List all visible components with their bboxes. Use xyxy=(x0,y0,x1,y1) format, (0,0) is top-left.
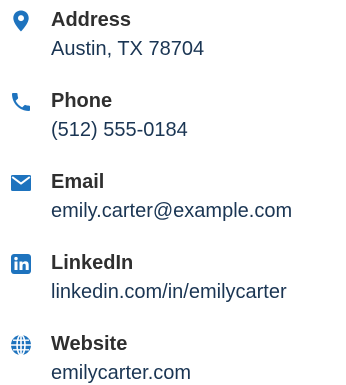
address-value: Austin, TX 78704 xyxy=(51,38,205,60)
website-link[interactable]: emilycarter.com xyxy=(51,360,191,385)
linkedin-link[interactable]: linkedin.com/in/emilycarter xyxy=(51,279,287,305)
email-link[interactable]: emily.carter@example.com xyxy=(51,198,292,224)
linkedin-icon xyxy=(9,252,33,276)
contact-item-email: Email emily.carter@example.com xyxy=(0,169,346,235)
globe-icon xyxy=(9,333,33,357)
linkedin-label: LinkedIn xyxy=(51,252,134,274)
email-label: Email xyxy=(51,171,105,193)
address-label: Address xyxy=(51,9,132,31)
phone-link[interactable]: (512) 555-0184 xyxy=(51,117,188,143)
map-pin-icon xyxy=(9,9,33,33)
contact-item-phone: Phone (512) 555-0184 xyxy=(0,88,346,154)
contact-item-address: Address Austin, TX 78704 xyxy=(0,7,346,73)
phone-label: Phone xyxy=(51,90,113,112)
contact-item-linkedin: LinkedIn linkedin.com/in/emilycarter xyxy=(0,250,346,316)
envelope-icon xyxy=(9,171,33,195)
website-label: Website xyxy=(51,333,128,355)
phone-icon xyxy=(9,90,33,114)
contact-item-website: Website emilycarter.com xyxy=(0,331,346,385)
contact-info-list: Address Austin, TX 78704 Phone (512) 555… xyxy=(0,0,346,385)
